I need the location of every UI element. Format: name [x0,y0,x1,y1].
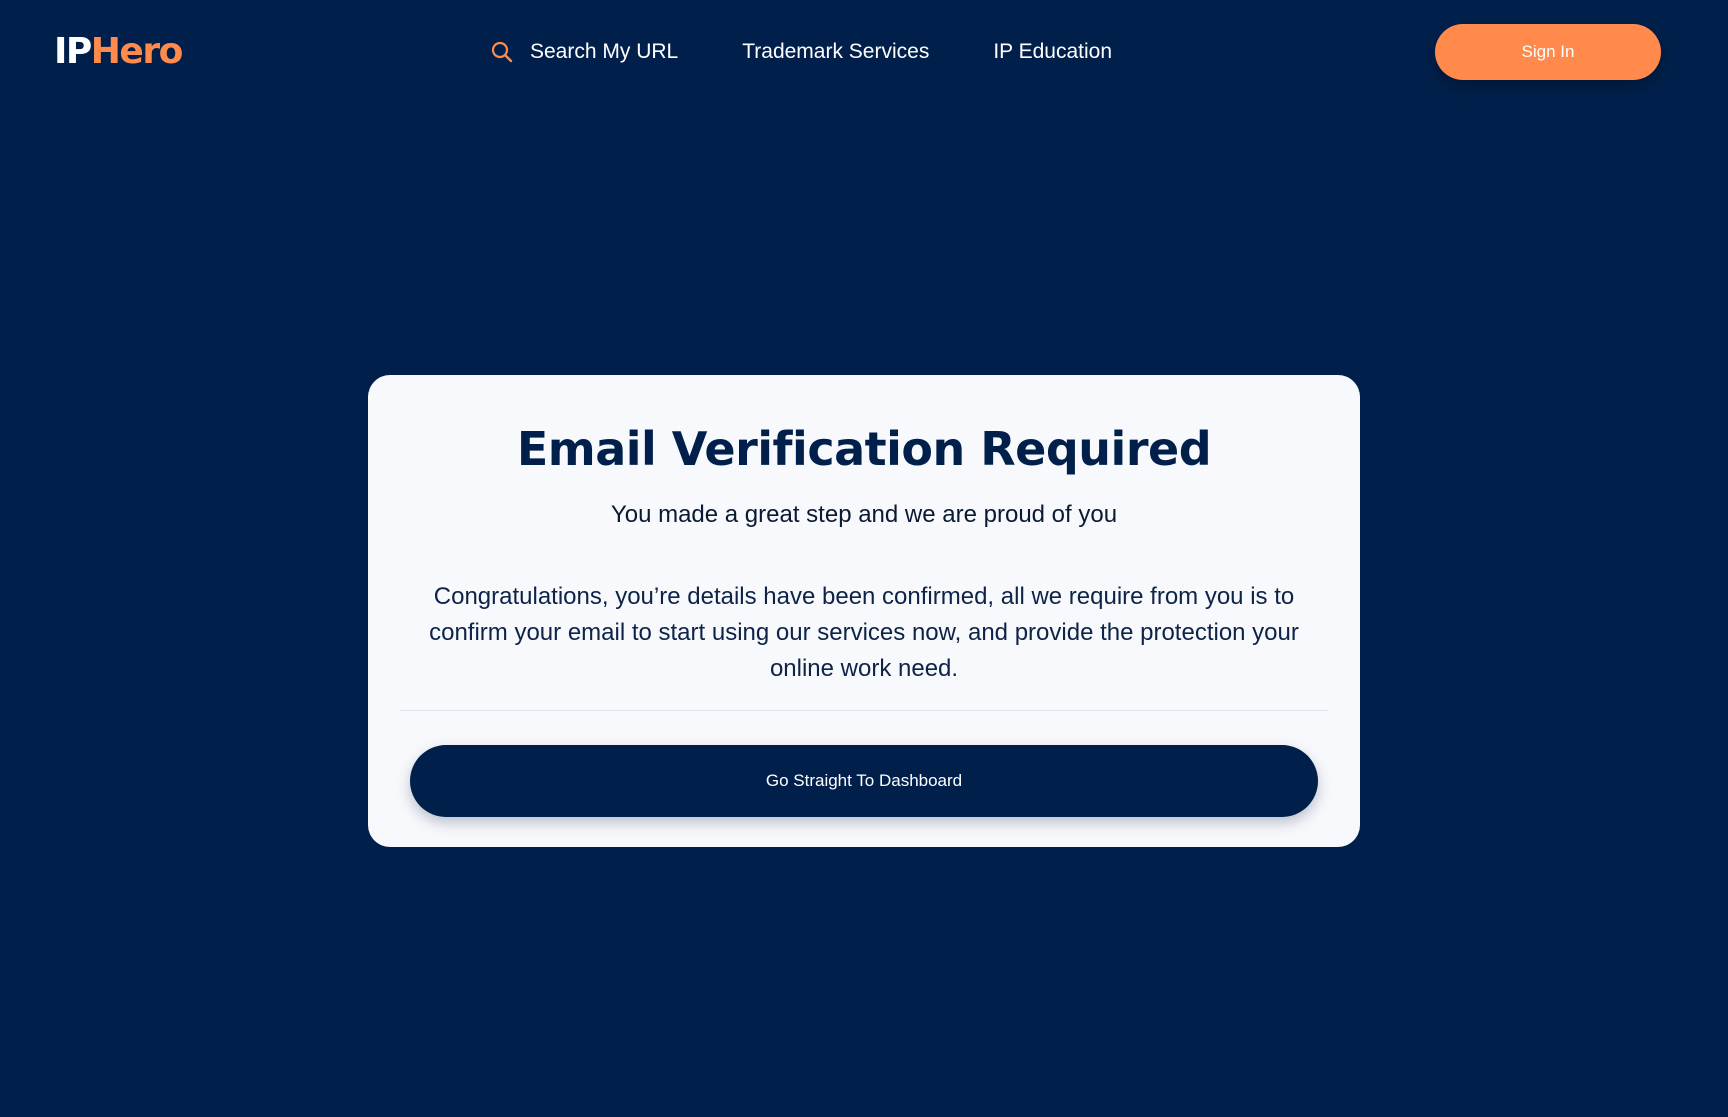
logo-ip: IP [54,31,92,72]
card-body-text: Congratulations, you’re details have bee… [429,583,1299,682]
card-subtitle: You made a great step and we are proud o… [610,501,1118,528]
site-header: IPHero Search My URL Trademark Services … [0,0,1728,104]
divider [400,710,1328,711]
nav-education-label: IP Education [993,40,1113,63]
nav-trademark-label: Trademark Services [742,40,930,63]
logo[interactable]: IPHero [54,30,184,74]
sign-in-button[interactable]: Sign In [1435,24,1661,80]
logo-hero: Hero [90,31,184,72]
page-title: Email Verification Required [516,422,1212,476]
search-icon [490,40,514,64]
nav-search-my-url[interactable]: Search My URL [490,40,678,64]
nav-search-label: Search My URL [530,40,679,63]
go-to-dashboard-button[interactable]: Go Straight To Dashboard [410,745,1318,817]
verification-card: Email Verification Required You made a g… [368,375,1360,847]
main-nav: Search My URL Trademark Services IP Educ… [490,30,1112,74]
nav-trademark-services[interactable]: Trademark Services [742,40,929,64]
nav-ip-education[interactable]: IP Education [993,40,1112,64]
